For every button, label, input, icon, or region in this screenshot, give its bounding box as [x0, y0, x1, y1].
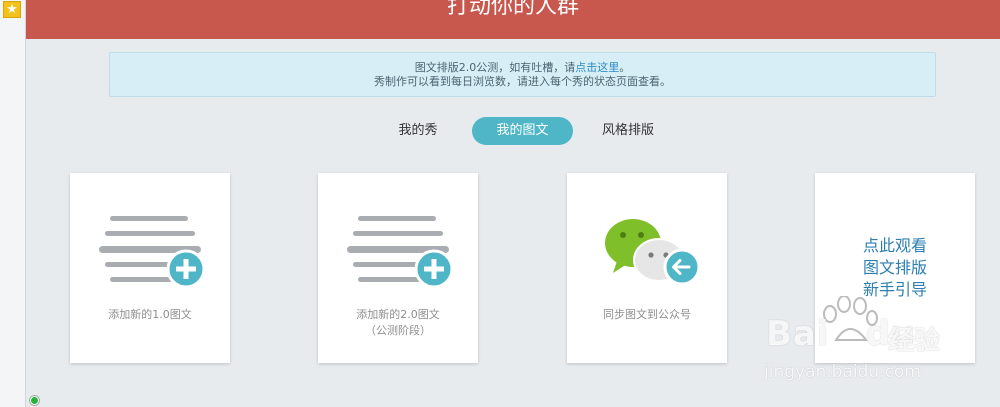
guide-line-2: 图文排版 — [862, 258, 927, 277]
card-label: 添加新的1.0图文 — [108, 308, 192, 321]
guide-line-1: 点此观看 — [862, 236, 927, 255]
banner-title: 打动你的人群 — [446, 0, 579, 19]
article-add-icon — [347, 216, 454, 289]
star-icon[interactable]: ★ — [3, 1, 21, 18]
header-banner: 打动你的人群 — [26, 0, 1000, 39]
baidu-watermark: Bai du 经验 jingyan.baidu.com — [758, 288, 958, 388]
article-add-icon — [99, 216, 206, 289]
watermark-url: jingyan.baidu.com — [764, 362, 921, 382]
notice-box: 图文排版2.0公测，如有吐槽，请点击这里。 秀制作可以看到每日浏览数，请进入每个… — [109, 52, 936, 97]
watermark-cn: 经验 — [888, 326, 941, 356]
tab-bar: 我的秀 我的图文 风格排版 — [0, 117, 1000, 145]
feedback-link[interactable]: 点击这里 — [575, 61, 619, 74]
card-label: 同步图文到公众号 — [603, 308, 691, 321]
tab-style-layout[interactable]: 风格排版 — [590, 117, 666, 145]
tab-my-shows[interactable]: 我的秀 — [380, 117, 456, 145]
add-article-1-card[interactable]: 添加新的1.0图文 — [70, 173, 230, 363]
add-article-2-card[interactable]: 添加新的2.0图文 （公测阶段） — [318, 173, 478, 363]
sync-to-wechat-card[interactable]: 同步图文到公众号 — [567, 173, 727, 363]
card-label-line-1: 添加新的2.0图文 — [356, 308, 440, 321]
notice-line-1: 图文排版2.0公测，如有吐槽，请点击这里。 — [110, 61, 935, 75]
notice-text-end: 。 — [619, 61, 631, 74]
card-label-line-2: （公测阶段） — [365, 324, 431, 337]
notice-text: 图文排版2.0公测，如有吐槽，请 — [414, 61, 576, 74]
wechat-sync-icon — [605, 219, 701, 286]
notice-line-2: 秀制作可以看到每日浏览数，请进入每个秀的状态页面查看。 — [374, 75, 671, 88]
left-sidebar-strip: ★ — [0, 0, 26, 407]
status-indicator-icon — [30, 396, 39, 405]
tab-my-articles[interactable]: 我的图文 — [472, 117, 573, 145]
